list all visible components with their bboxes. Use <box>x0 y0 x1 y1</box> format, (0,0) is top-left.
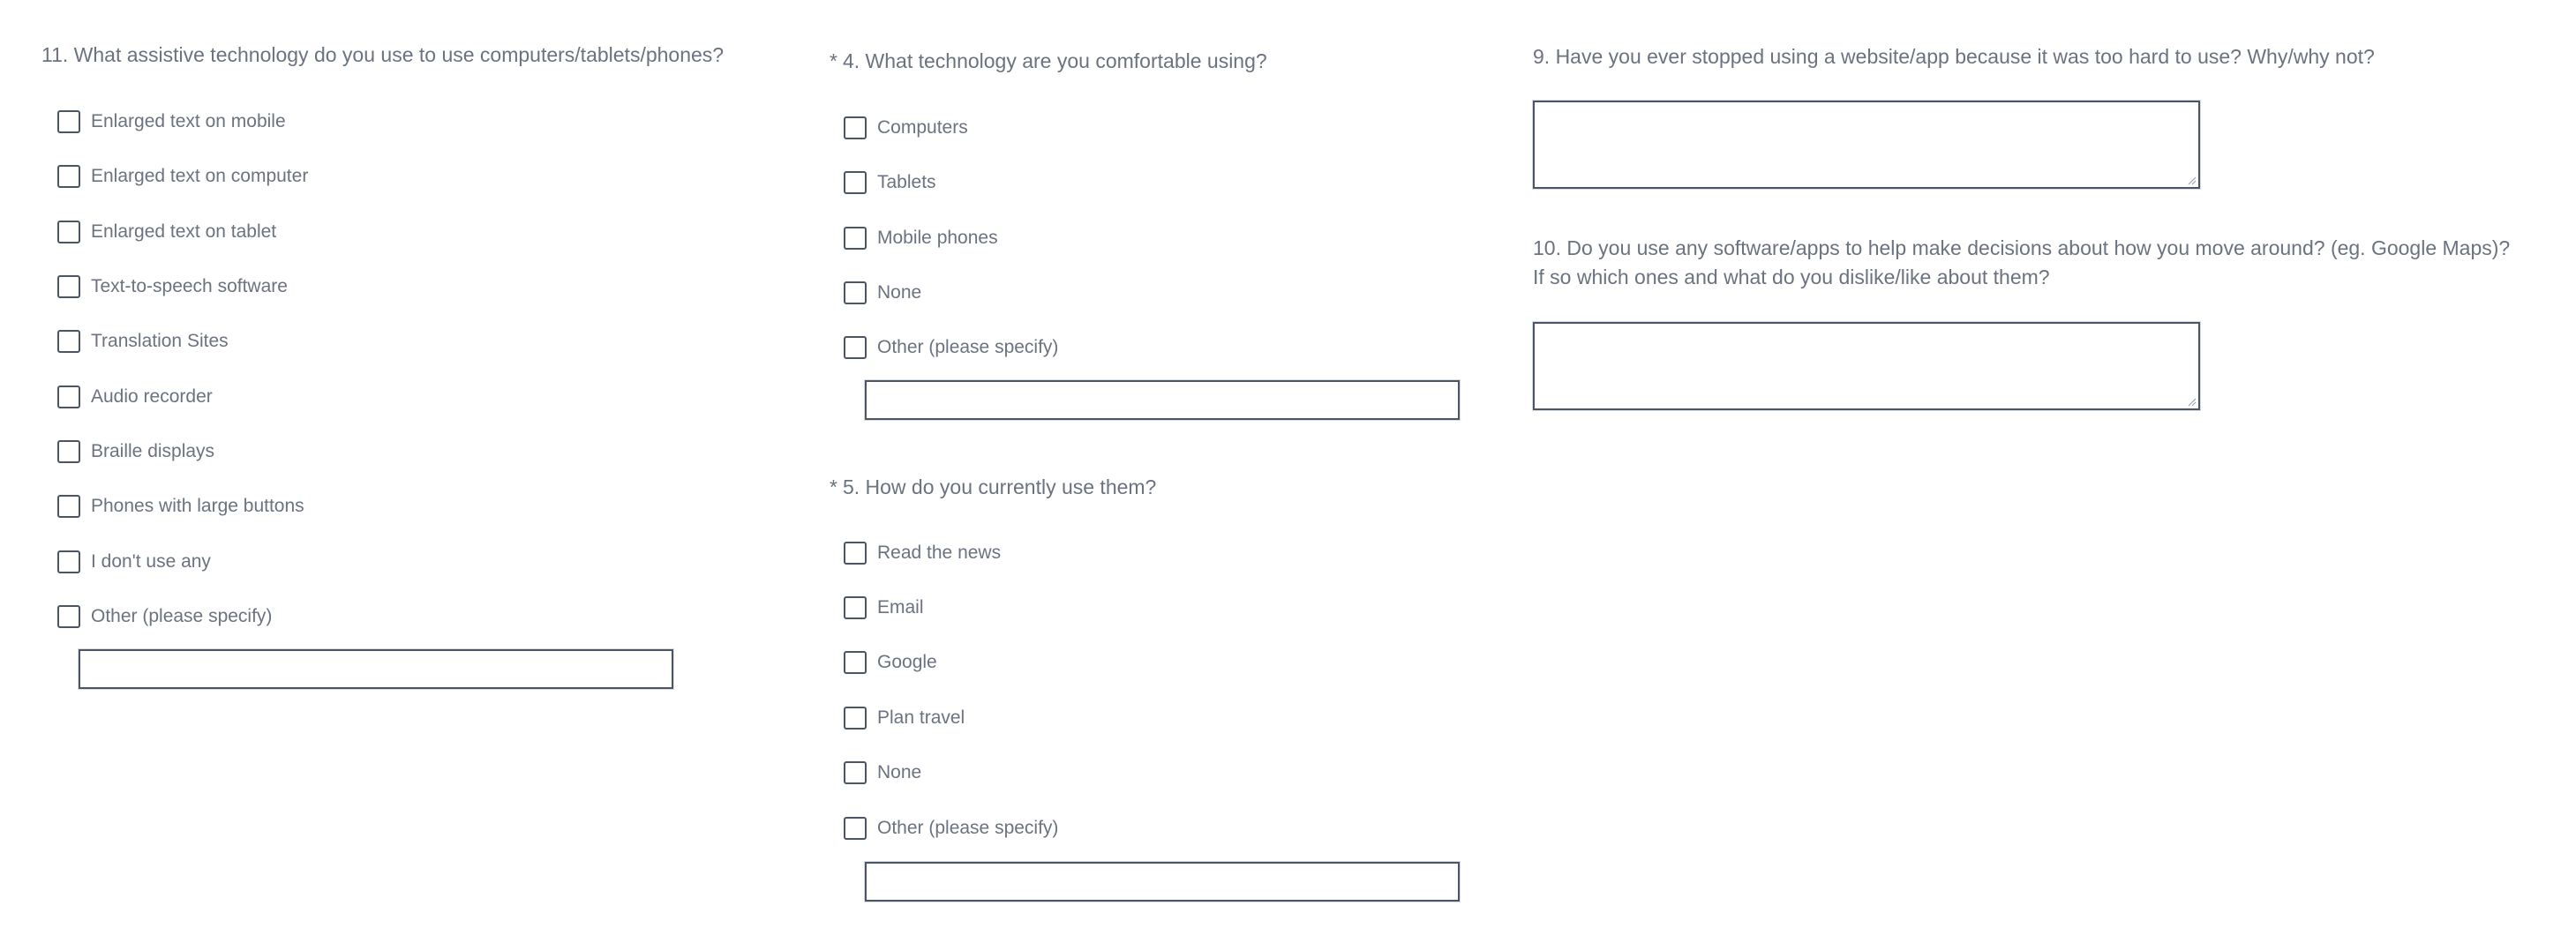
q4-other-specify-input[interactable] <box>865 380 1460 420</box>
question-4-title-text: 4. What technology are you comfortable u… <box>842 49 1267 72</box>
question-5-title-text: 5. How do you currently use them? <box>842 475 1157 498</box>
q4-option-other[interactable]: Other (please specify) <box>844 335 1058 359</box>
q5-option-read-news[interactable]: Read the news <box>844 541 1001 565</box>
required-asterisk: * <box>830 49 837 72</box>
option-label: Read the news <box>877 542 1002 563</box>
option-label: Phones with large buttons <box>91 495 304 516</box>
checkbox[interactable] <box>844 760 867 784</box>
q4-option-mobile-phones[interactable]: Mobile phones <box>844 226 998 250</box>
q11-option-enlarged-text-tablet[interactable]: Enlarged text on tablet <box>57 220 276 243</box>
checkbox[interactable] <box>57 550 80 573</box>
option-label: Mobile phones <box>877 227 998 248</box>
q5-option-plan-travel[interactable]: Plan travel <box>844 706 965 730</box>
checkbox[interactable] <box>57 604 80 628</box>
option-label: Plan travel <box>877 707 965 728</box>
option-label: Tablets <box>877 171 936 192</box>
checkbox[interactable] <box>844 816 867 840</box>
question-10-title: 10. Do you use any software/apps to help… <box>1533 236 2511 288</box>
option-label: None <box>877 761 922 782</box>
option-label: Enlarged text on mobile <box>91 110 286 131</box>
resize-grip-icon[interactable] <box>2186 396 2197 407</box>
q4-option-tablets[interactable]: Tablets <box>844 170 936 194</box>
checkbox[interactable] <box>57 385 80 408</box>
question-11-title: 11. What assistive technology do you use… <box>41 43 725 66</box>
checkbox[interactable] <box>844 281 867 304</box>
q11-option-dont-use-any[interactable]: I don't use any <box>57 550 211 573</box>
option-label: Audio recorder <box>91 385 213 407</box>
option-label: Braille displays <box>91 440 215 461</box>
option-label: Text-to-speech software <box>91 275 288 296</box>
checkbox[interactable] <box>57 274 80 298</box>
q11-option-braille-displays[interactable]: Braille displays <box>57 439 214 463</box>
question-5-title: * 5. How do you currently use them? <box>830 473 1156 502</box>
option-label: None <box>877 281 922 303</box>
option-label: I don't use any <box>91 550 211 572</box>
checkbox[interactable] <box>57 439 80 463</box>
checkbox[interactable] <box>844 226 867 250</box>
checkbox[interactable] <box>844 116 867 139</box>
q11-option-enlarged-text-computer[interactable]: Enlarged text on computer <box>57 164 308 188</box>
option-label: Other (please specify) <box>877 817 1059 838</box>
option-label: Google <box>877 651 937 672</box>
q11-option-audio-recorder[interactable]: Audio recorder <box>57 385 213 408</box>
option-label: Enlarged text on computer <box>91 165 309 186</box>
q5-option-none[interactable]: None <box>844 760 921 784</box>
checkbox[interactable] <box>844 335 867 359</box>
option-label: Computers <box>877 116 968 138</box>
question-9-title: 9. Have you ever stopped using a website… <box>1533 45 2375 68</box>
option-label: Enlarged text on tablet <box>91 221 277 242</box>
resize-grip-icon[interactable] <box>2186 175 2197 185</box>
checkbox[interactable] <box>844 541 867 565</box>
checkbox[interactable] <box>57 494 80 518</box>
q11-other-specify-input[interactable] <box>79 649 673 689</box>
q4-option-none[interactable]: None <box>844 281 921 304</box>
option-label: Other (please specify) <box>91 605 273 626</box>
q5-option-email[interactable]: Email <box>844 595 924 619</box>
q11-option-enlarged-text-mobile[interactable]: Enlarged text on mobile <box>57 109 286 133</box>
q5-option-other[interactable]: Other (please specify) <box>844 816 1058 840</box>
option-label: Other (please specify) <box>877 336 1059 357</box>
q4-option-computers[interactable]: Computers <box>844 116 968 139</box>
checkbox[interactable] <box>57 164 80 188</box>
q5-option-google[interactable]: Google <box>844 650 937 674</box>
option-label: Email <box>877 596 924 617</box>
checkbox[interactable] <box>57 220 80 243</box>
checkbox[interactable] <box>57 329 80 353</box>
q11-option-translation-sites[interactable]: Translation Sites <box>57 329 229 353</box>
q11-option-phones-large-buttons[interactable]: Phones with large buttons <box>57 494 304 518</box>
q5-other-specify-input[interactable] <box>865 862 1460 902</box>
checkbox[interactable] <box>844 170 867 194</box>
q9-answer-textarea[interactable] <box>1533 101 2200 189</box>
q11-option-text-to-speech[interactable]: Text-to-speech software <box>57 274 288 298</box>
option-label: Translation Sites <box>91 330 229 351</box>
checkbox[interactable] <box>844 595 867 619</box>
checkbox[interactable] <box>844 706 867 730</box>
checkbox[interactable] <box>844 650 867 674</box>
question-4-title: * 4. What technology are you comfortable … <box>830 47 1267 76</box>
q11-option-other[interactable]: Other (please specify) <box>57 604 272 628</box>
checkbox[interactable] <box>57 109 80 133</box>
q10-answer-textarea[interactable] <box>1533 322 2200 410</box>
required-asterisk: * <box>830 475 837 498</box>
